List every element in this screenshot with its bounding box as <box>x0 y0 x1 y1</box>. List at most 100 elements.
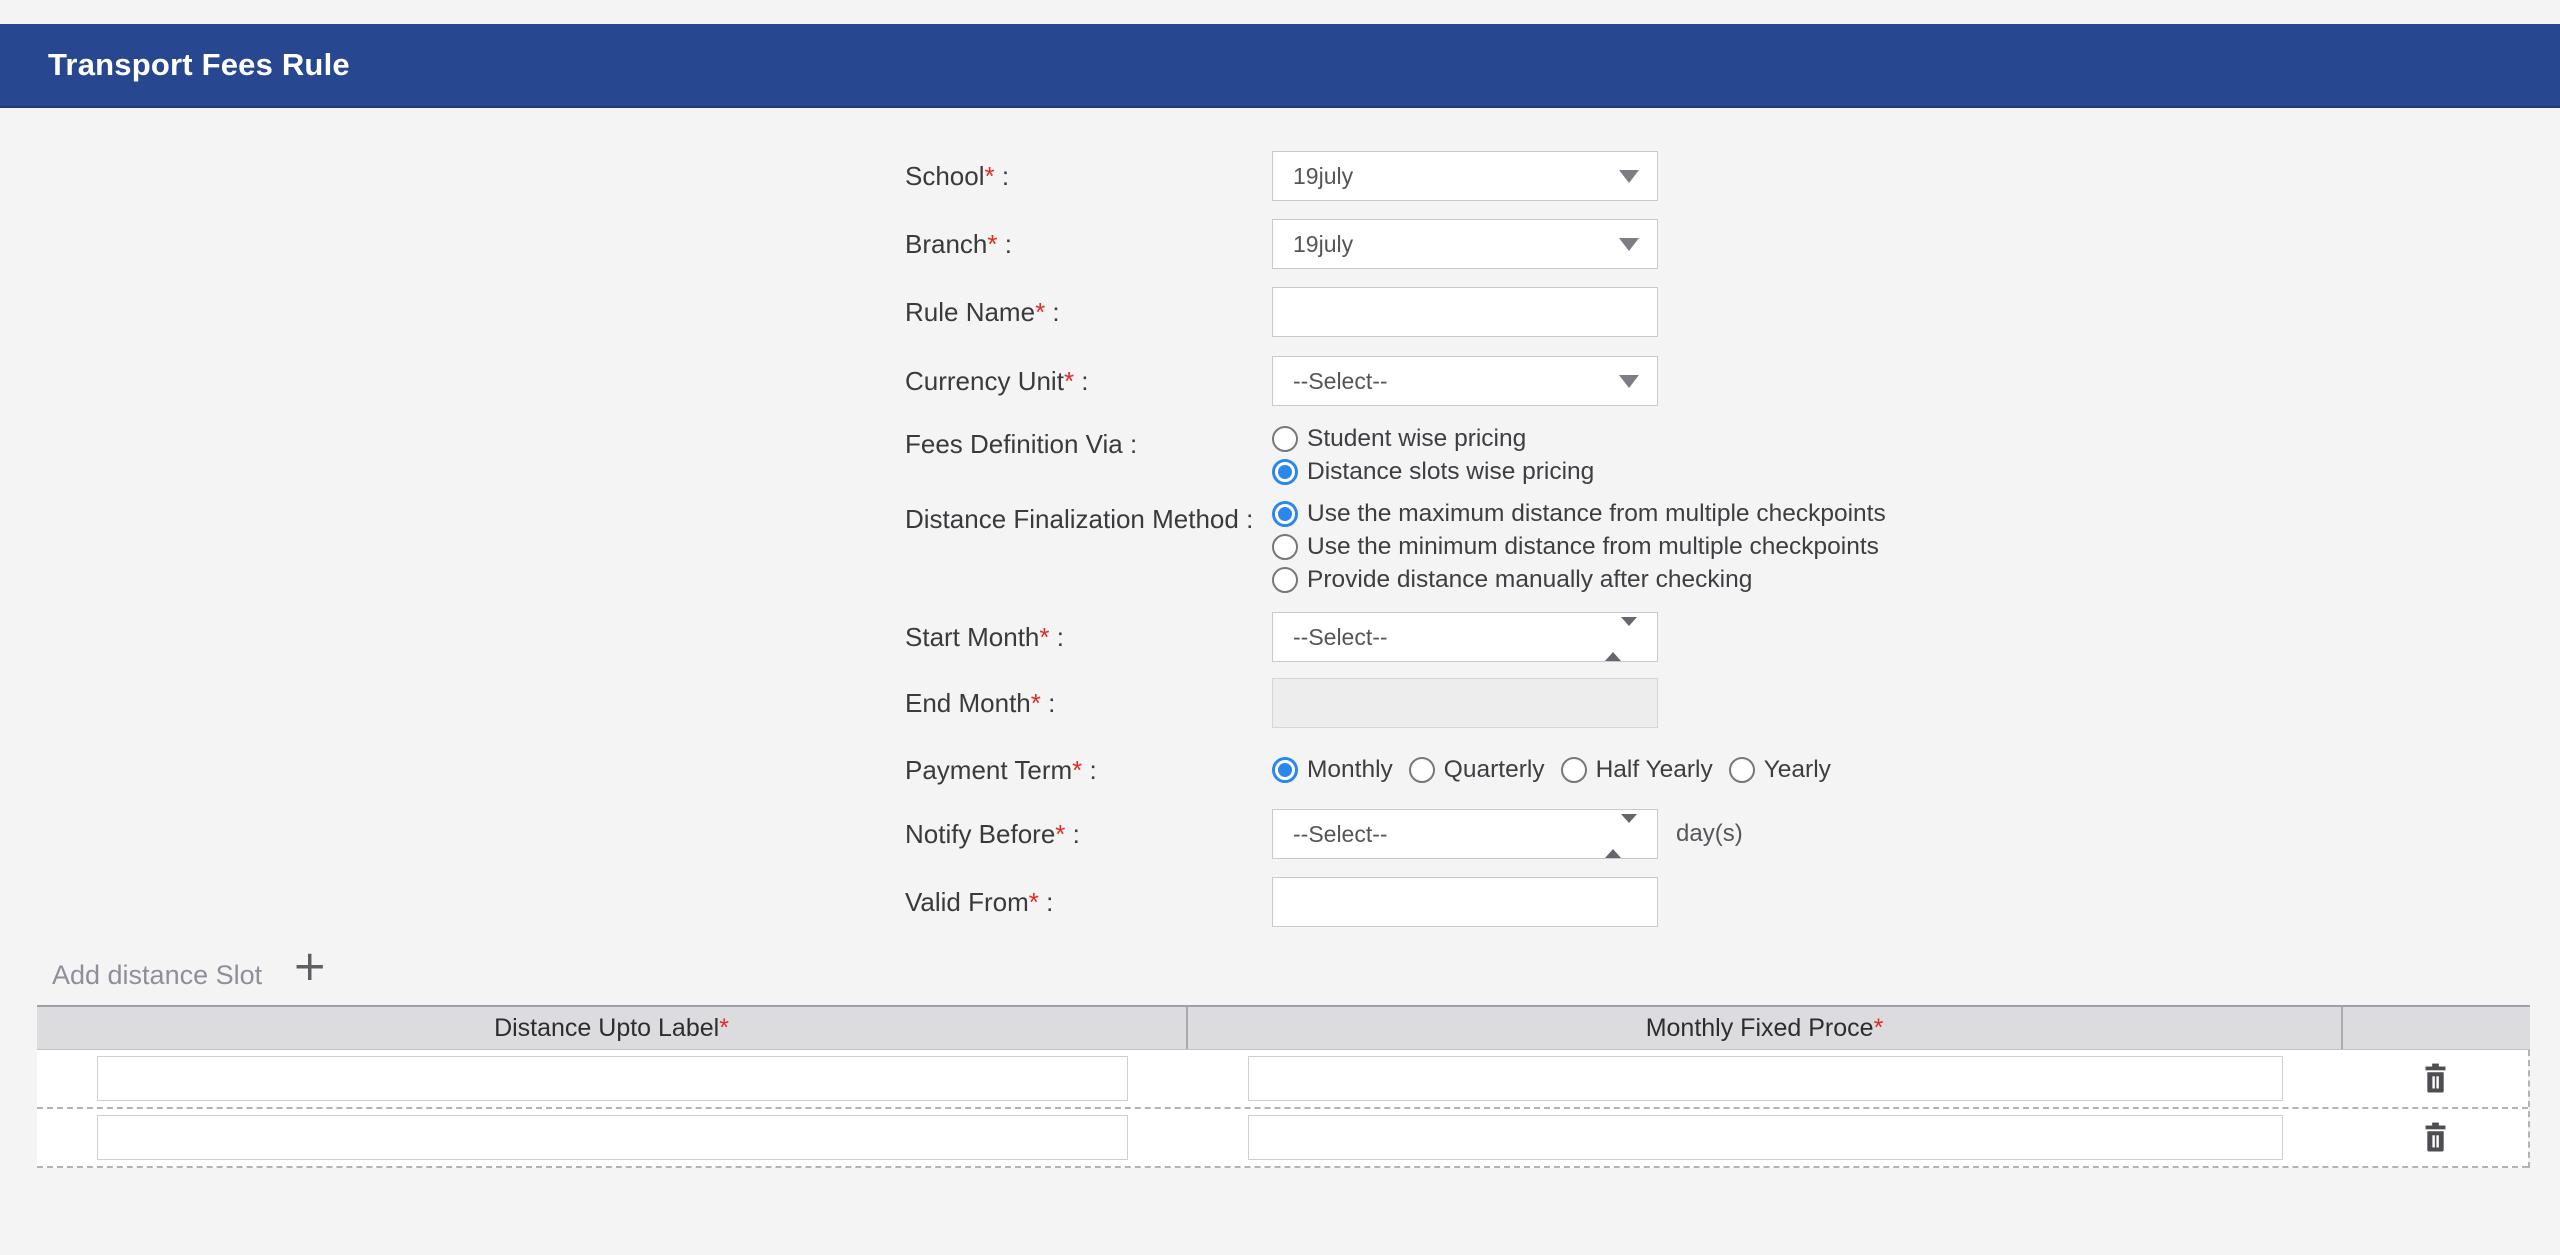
radio-icon[interactable] <box>1272 426 1298 452</box>
chevron-down-icon <box>1619 170 1639 183</box>
radio-option-monthly[interactable]: Monthly <box>1272 757 1393 783</box>
notify-before-select[interactable]: --Select-- <box>1272 809 1658 859</box>
delete-row-button[interactable] <box>2418 1118 2453 1157</box>
delete-row-button[interactable] <box>2418 1059 2453 1098</box>
monthly-fixed-price-input[interactable] <box>1248 1115 2283 1160</box>
monthly-fixed-price-input[interactable] <box>1248 1056 2283 1101</box>
school-select-value: 19july <box>1293 163 1353 190</box>
currency-unit-select-value: --Select-- <box>1293 368 1388 395</box>
distance-upto-cell <box>37 1115 1188 1160</box>
currency-unit-label: Currency Unit* : <box>905 366 1272 396</box>
required-marker: * <box>1874 1014 1884 1043</box>
notify-before-select-value: --Select-- <box>1293 821 1388 848</box>
spinner-updown-icon <box>1605 823 1637 850</box>
table-row <box>37 1109 2528 1168</box>
notify-before-label: Notify Before* : <box>905 819 1272 849</box>
required-marker: * <box>1029 887 1039 917</box>
table-header-row: Distance Upto Label* Monthly Fixed Proce… <box>37 1005 2530 1050</box>
chevron-down-icon <box>1619 375 1639 388</box>
required-marker: * <box>1064 366 1074 396</box>
table-row <box>37 1050 2528 1109</box>
page-header: Transport Fees Rule <box>0 24 2560 108</box>
rule-name-input[interactable] <box>1272 287 1658 337</box>
radio-icon[interactable] <box>1272 567 1298 593</box>
radio-selected-icon[interactable] <box>1272 757 1298 783</box>
field-row-fees-definition-via: Fees Definition Via : Student wise prici… <box>905 426 1886 492</box>
start-month-select[interactable]: --Select-- <box>1272 612 1658 662</box>
required-marker: * <box>719 1014 729 1043</box>
required-marker: * <box>1072 755 1082 785</box>
required-marker: * <box>1055 819 1065 849</box>
add-distance-slot: Add distance Slot + <box>52 946 327 991</box>
radio-option-manual-distance[interactable]: Provide distance manually after checking <box>1272 567 1886 593</box>
field-row-payment-term: Payment Term* : Monthly Quarterly Half Y… <box>905 752 1886 788</box>
column-header-distance-upto: Distance Upto Label* <box>37 1007 1188 1049</box>
page-title: Transport Fees Rule <box>48 47 350 83</box>
radio-icon[interactable] <box>1409 757 1435 783</box>
fees-definition-via-radio-group: Student wise pricing Distance slots wise… <box>1272 426 1594 492</box>
field-row-valid-from: Valid From* : <box>905 877 1886 927</box>
chevron-down-icon <box>1619 238 1639 251</box>
end-month-input-disabled <box>1272 678 1658 728</box>
field-row-rule-name: Rule Name* : <box>905 287 1886 337</box>
required-marker: * <box>1035 297 1045 327</box>
distance-upto-input[interactable] <box>97 1115 1128 1160</box>
field-row-end-month: End Month* : <box>905 678 1886 728</box>
table-body <box>37 1050 2530 1168</box>
monthly-fixed-price-cell <box>1188 1115 2343 1160</box>
distance-finalization-method-radio-group: Use the maximum distance from multiple c… <box>1272 501 1886 600</box>
add-distance-slot-label: Add distance Slot <box>52 946 262 991</box>
distance-upto-cell <box>37 1056 1188 1101</box>
radio-option-distance-slots-wise[interactable]: Distance slots wise pricing <box>1272 459 1594 485</box>
payment-term-radio-group: Monthly Quarterly Half Yearly Yearly <box>1272 757 1847 783</box>
field-row-school: School* : 19july <box>905 151 1886 201</box>
currency-unit-select[interactable]: --Select-- <box>1272 356 1658 406</box>
transport-fees-form: School* : 19july Branch* : 19july Rule N… <box>905 151 1886 927</box>
field-row-distance-finalization-method: Distance Finalization Method : Use the m… <box>905 501 1886 600</box>
radio-icon[interactable] <box>1272 534 1298 560</box>
branch-select[interactable]: 19july <box>1272 219 1658 269</box>
add-slot-plus-icon[interactable]: + <box>292 946 327 986</box>
radio-option-minimum-distance[interactable]: Use the minimum distance from multiple c… <box>1272 534 1886 560</box>
field-row-notify-before: Notify Before* : --Select-- day(s) <box>905 809 1886 859</box>
trash-icon <box>2422 1063 2449 1094</box>
payment-term-label: Payment Term* : <box>905 755 1272 785</box>
distance-upto-input[interactable] <box>97 1056 1128 1101</box>
valid-from-label: Valid From* : <box>905 887 1272 917</box>
row-actions-cell <box>2343 1059 2528 1098</box>
radio-option-quarterly[interactable]: Quarterly <box>1409 757 1545 783</box>
row-actions-cell <box>2343 1118 2528 1157</box>
start-month-label: Start Month* : <box>905 622 1272 652</box>
field-row-branch: Branch* : 19july <box>905 219 1886 269</box>
field-row-currency-unit: Currency Unit* : --Select-- <box>905 356 1886 406</box>
required-marker: * <box>1039 622 1049 652</box>
school-select[interactable]: 19july <box>1272 151 1658 201</box>
field-row-start-month: Start Month* : --Select-- <box>905 612 1886 662</box>
end-month-label: End Month* : <box>905 688 1272 718</box>
distance-slot-table: Distance Upto Label* Monthly Fixed Proce… <box>37 1005 2530 1168</box>
radio-icon[interactable] <box>1729 757 1755 783</box>
radio-icon[interactable] <box>1561 757 1587 783</box>
school-label: School* : <box>905 161 1272 191</box>
branch-select-value: 19july <box>1293 231 1353 258</box>
start-month-select-value: --Select-- <box>1293 624 1388 651</box>
trash-icon <box>2422 1122 2449 1153</box>
spinner-updown-icon <box>1605 626 1637 653</box>
fees-definition-via-label: Fees Definition Via : <box>905 426 1272 459</box>
distance-finalization-method-label: Distance Finalization Method : <box>905 501 1272 534</box>
branch-label: Branch* : <box>905 229 1272 259</box>
radio-option-maximum-distance[interactable]: Use the maximum distance from multiple c… <box>1272 501 1886 527</box>
column-header-monthly-fixed-price: Monthly Fixed Proce* <box>1188 1007 2343 1049</box>
radio-selected-icon[interactable] <box>1272 501 1298 527</box>
required-marker: * <box>985 161 995 191</box>
radio-option-yearly[interactable]: Yearly <box>1729 757 1831 783</box>
column-header-actions <box>2343 1007 2530 1049</box>
notify-before-unit-text: day(s) <box>1676 820 1743 848</box>
valid-from-input[interactable] <box>1272 877 1658 927</box>
required-marker: * <box>987 229 997 259</box>
required-marker: * <box>1031 688 1041 718</box>
radio-selected-icon[interactable] <box>1272 459 1298 485</box>
radio-option-student-wise[interactable]: Student wise pricing <box>1272 426 1594 452</box>
monthly-fixed-price-cell <box>1188 1056 2343 1101</box>
radio-option-half-yearly[interactable]: Half Yearly <box>1561 757 1713 783</box>
